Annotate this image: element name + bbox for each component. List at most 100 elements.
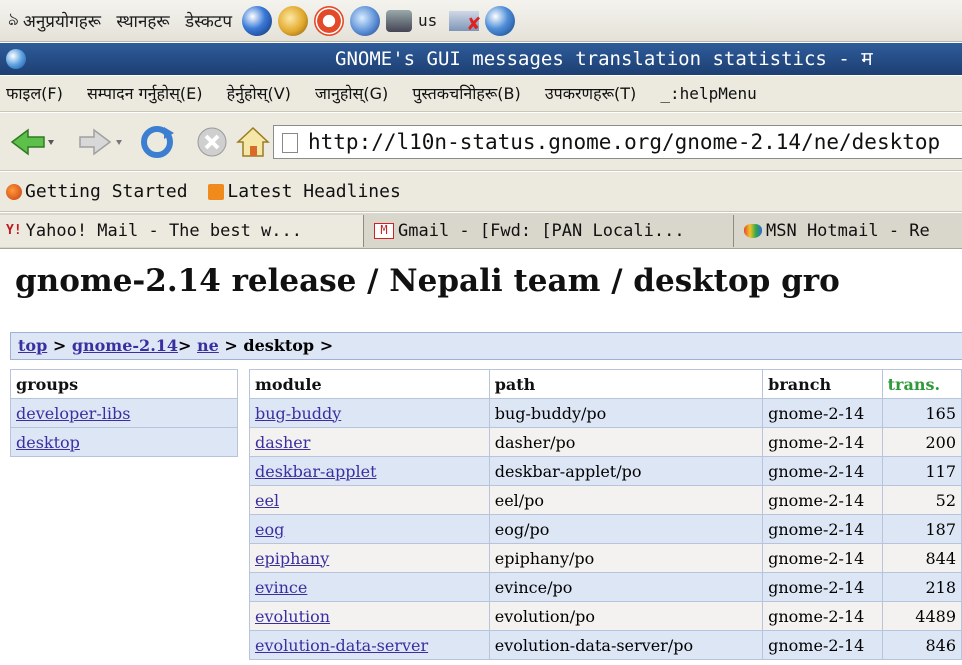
breadcrumb-current: desktop — [243, 336, 315, 355]
menu-tools[interactable]: उपकरणहरू(T) — [545, 84, 636, 103]
module-link[interactable]: bug-buddy — [255, 404, 341, 423]
menu-go[interactable]: जानुहोस्(G) — [315, 84, 388, 103]
modules-table: module path branch trans. bug-buddy bug-… — [249, 369, 962, 660]
url-input[interactable]: http://l10n-status.gnome.org/gnome-2.14/… — [273, 125, 962, 159]
bookmark-latest-headlines[interactable]: Latest Headlines — [208, 172, 401, 211]
branch-cell: gnome-2-14 — [762, 514, 883, 544]
page-document-icon — [282, 133, 298, 153]
group-cell: desktop — [10, 427, 238, 457]
trans-cell: 165 — [881, 398, 962, 428]
trans-cell: 52 — [881, 485, 962, 515]
back-arrow-icon[interactable] — [10, 127, 54, 157]
reload-icon[interactable] — [140, 125, 174, 159]
trans-cell: 218 — [881, 572, 962, 602]
path-cell: deskbar-applet/po — [488, 456, 764, 486]
url-text: http://l10n-status.gnome.org/gnome-2.14/… — [308, 130, 941, 154]
branch-cell: gnome-2-14 — [762, 543, 883, 573]
bookmark-label: Latest Headlines — [227, 181, 401, 202]
module-link[interactable]: evolution — [255, 607, 330, 626]
groups-header: groups — [10, 369, 238, 399]
applications-menu[interactable]: अनुप्रयोगहरू — [23, 12, 101, 32]
menu-edit[interactable]: सम्पादन गर्नुहोस्(E) — [87, 84, 203, 103]
module-link[interactable]: epiphany — [255, 549, 329, 568]
groups-table: groups developer-libs desktop — [10, 369, 238, 457]
breadcrumb-separator: > — [52, 336, 67, 355]
branch-cell: gnome-2-14 — [762, 427, 883, 457]
table-row: deskbar-applet deskbar-applet/po gnome-2… — [249, 456, 962, 486]
menu-bookmarks[interactable]: पुस्तकचनिोहरू(B) — [412, 84, 520, 103]
trans-cell: 187 — [881, 514, 962, 544]
group-link-developer-libs[interactable]: developer-libs — [16, 404, 130, 423]
breadcrumb-language-link[interactable]: ne — [197, 336, 219, 355]
tab-label: MSN Hotmail - Re — [766, 221, 930, 241]
tab-gmail[interactable]: M Gmail - [Fwd: [PAN Locali... — [368, 215, 734, 247]
table-row: dasher dasher/po gnome-2-14 200 — [249, 427, 962, 457]
breadcrumb-separator: > — [319, 336, 334, 355]
email-launcher-icon[interactable] — [278, 5, 309, 36]
table-row: developer-libs — [10, 398, 238, 428]
path-cell: evolution-data-server/po — [488, 630, 764, 660]
module-cell: eel — [249, 485, 490, 515]
menu-view[interactable]: हेर्नुहोस्(V) — [227, 84, 291, 103]
breadcrumb-release-link[interactable]: gnome-2.14 — [72, 336, 178, 355]
breadcrumb-separator: > — [224, 336, 238, 355]
module-cell: eog — [249, 514, 490, 544]
tab-msn-hotmail[interactable]: MSN Hotmail - Re — [738, 215, 962, 247]
branch-cell: gnome-2-14 — [762, 630, 883, 660]
camera-launcher-icon[interactable] — [386, 9, 413, 32]
branch-cell: gnome-2-14 — [762, 398, 883, 428]
forward-arrow-icon[interactable] — [78, 127, 122, 157]
window-titlebar[interactable]: GNOME's GUI messages translation statist… — [0, 43, 962, 75]
gnome-panel: ঌ अनुप्रयोगहरू स्थानहरू डेस्कटप us ✘ — [0, 0, 962, 42]
trans-column-header: trans. — [881, 369, 962, 399]
branch-cell: gnome-2-14 — [762, 456, 883, 486]
web-browser-launcher-icon[interactable] — [242, 5, 273, 36]
table-row: eel eel/po gnome-2-14 52 — [249, 485, 962, 515]
path-cell: bug-buddy/po — [488, 398, 764, 428]
firefox-window-icon — [6, 49, 26, 69]
places-menu[interactable]: स्थानहरू — [116, 12, 169, 32]
module-cell: bug-buddy — [249, 398, 490, 428]
module-link[interactable]: evolution-data-server — [255, 636, 428, 655]
tab-label: Yahoo! Mail - The best w... — [25, 221, 302, 241]
help-launcher-icon[interactable] — [314, 5, 345, 36]
window-title: GNOME's GUI messages translation statist… — [335, 48, 873, 70]
table-row: bug-buddy bug-buddy/po gnome-2-14 165 — [249, 398, 962, 428]
panel-menus: अनुप्रयोगहरू स्थानहरू डेस्कटप — [23, 9, 242, 32]
bookmark-getting-started[interactable]: Getting Started — [6, 172, 188, 211]
module-cell: evince — [249, 572, 490, 602]
path-cell: eel/po — [488, 485, 764, 515]
desktop-menu[interactable]: डेस्कटप — [185, 12, 232, 32]
trans-cell: 4489 — [881, 601, 962, 631]
tab-strip: Y! Yahoo! Mail - The best w... M Gmail -… — [0, 213, 962, 249]
page-title: gnome-2.14 release / Nepali team / deskt… — [15, 263, 840, 299]
yahoo-icon: Y! — [6, 223, 22, 238]
breadcrumb-top-link[interactable]: top — [18, 336, 47, 355]
module-cell: epiphany — [249, 543, 490, 573]
module-link[interactable]: dasher — [255, 433, 310, 452]
weather-globe-icon[interactable] — [485, 5, 516, 36]
breadcrumb-separator: > — [178, 336, 192, 355]
path-column-header: path — [488, 369, 764, 399]
module-cell: evolution — [249, 601, 490, 631]
trans-cell: 846 — [881, 630, 962, 660]
module-link[interactable]: eog — [255, 520, 284, 539]
gnome-foot-icon[interactable]: ঌ — [8, 5, 19, 36]
music-player-launcher-icon[interactable] — [350, 5, 381, 36]
module-link[interactable]: eel — [255, 491, 279, 510]
module-link[interactable]: deskbar-applet — [255, 462, 377, 481]
table-header-row: groups — [10, 369, 238, 399]
tab-yahoo-mail[interactable]: Y! Yahoo! Mail - The best w... — [0, 215, 364, 247]
trans-cell: 117 — [881, 456, 962, 486]
keyboard-layout-indicator[interactable]: us — [418, 11, 437, 30]
gmail-icon: M — [374, 223, 394, 239]
menu-file[interactable]: फाइल(F) — [6, 84, 63, 103]
path-cell: evince/po — [488, 572, 764, 602]
stop-icon[interactable] — [196, 126, 228, 158]
menu-help[interactable]: _:helpMenu — [660, 84, 756, 103]
network-status-icon: ✘ — [449, 10, 481, 35]
home-icon[interactable] — [236, 125, 270, 159]
table-row: epiphany epiphany/po gnome-2-14 844 — [249, 543, 962, 573]
group-link-desktop[interactable]: desktop — [16, 433, 80, 452]
module-link[interactable]: evince — [255, 578, 307, 597]
